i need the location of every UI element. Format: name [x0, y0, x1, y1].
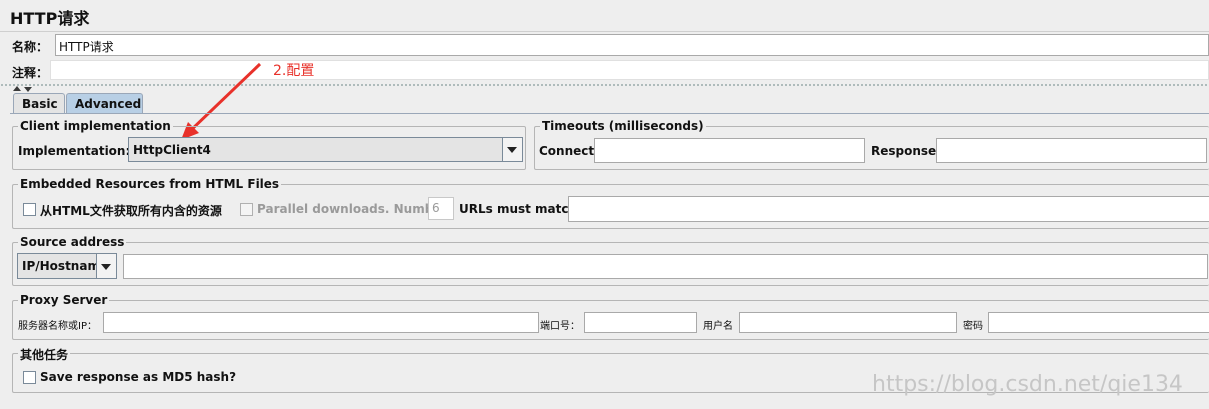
annotation-text: 2.配置 — [273, 63, 315, 79]
proxy-port-input[interactable] — [584, 312, 697, 333]
chevron-down-icon — [507, 147, 517, 153]
retrieve-resources-checkbox[interactable] — [23, 203, 36, 216]
title-divider — [0, 31, 1209, 32]
proxy-server-legend: Proxy Server — [18, 293, 110, 307]
client-implementation-legend: Client implementation — [18, 119, 173, 133]
tab-underline — [10, 113, 1209, 114]
proxy-username-input[interactable] — [739, 312, 957, 333]
response-input[interactable] — [936, 138, 1207, 163]
proxy-password-label: 密码 — [963, 321, 983, 332]
watermark: https://blog.csdn.net/qie134 — [872, 372, 1183, 397]
source-address-legend: Source address — [18, 235, 127, 249]
chevron-down-icon — [101, 264, 111, 270]
connect-label: Connect: — [539, 144, 599, 158]
proxy-username-label: 用户名 — [703, 321, 733, 332]
source-address-input[interactable] — [123, 254, 1208, 279]
collapse-arrows-icon[interactable] — [12, 82, 34, 92]
md5-hash-label: Save response as MD5 hash? — [40, 370, 237, 384]
implementation-select[interactable]: HttpClient4 — [128, 137, 523, 162]
parallel-downloads-label: Parallel downloads. Number: — [257, 202, 453, 216]
proxy-server-host-label: 服务器名称或IP： — [18, 321, 97, 332]
implementation-label: Implementation: — [18, 144, 131, 158]
name-input[interactable]: HTTP请求 — [55, 34, 1209, 56]
md5-hash-checkbox[interactable] — [23, 371, 36, 384]
timeouts-legend: Timeouts (milliseconds) — [540, 119, 706, 133]
connect-input[interactable] — [594, 138, 865, 163]
parallel-downloads-number[interactable]: 6 — [428, 197, 454, 220]
tab-advanced[interactable]: Advanced — [66, 93, 143, 114]
other-tasks-legend: 其他任务 — [18, 346, 71, 363]
source-type-select[interactable]: IP/Hostname — [17, 253, 117, 279]
page-title: HTTP请求 — [10, 9, 90, 28]
urls-must-match-label: URLs must match: — [459, 202, 582, 216]
response-label: Response: — [871, 144, 941, 158]
implementation-selected-value: HttpClient4 — [133, 143, 211, 157]
parallel-downloads-checkbox[interactable] — [240, 203, 253, 216]
implementation-dropdown-button[interactable] — [502, 138, 522, 161]
name-label: 名称： — [12, 40, 49, 54]
embedded-resources-legend: Embedded Resources from HTML Files — [18, 177, 282, 191]
source-type-dropdown-button[interactable] — [96, 254, 116, 278]
tab-basic[interactable]: Basic — [13, 93, 65, 114]
proxy-server-host-input[interactable] — [103, 312, 539, 333]
urls-must-match-input[interactable] — [568, 196, 1209, 222]
retrieve-resources-label: 从HTML文件获取所有内含的资源 — [40, 204, 222, 218]
proxy-port-label: 端口号： — [540, 321, 580, 332]
proxy-password-input[interactable] — [988, 312, 1209, 333]
comment-label: 注释： — [12, 66, 49, 80]
